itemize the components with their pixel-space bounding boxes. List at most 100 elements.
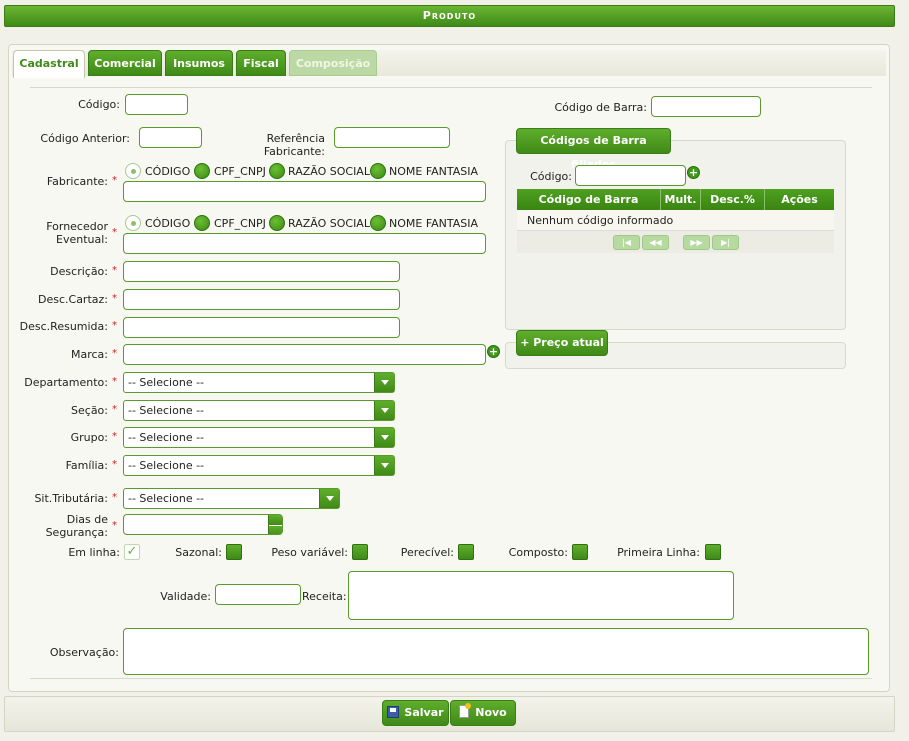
col-acoes: Ações xyxy=(765,189,834,210)
perecivel-checkbox[interactable] xyxy=(458,544,474,560)
radio-label-cpf: CPF_CNPJ xyxy=(214,165,266,178)
familia-select[interactable]: -- Selecione -- xyxy=(123,455,395,476)
codigo-input[interactable] xyxy=(125,94,188,115)
primeira-linha-checkbox[interactable] xyxy=(705,544,721,560)
radio-label-fantasia: NOME FANTASIA xyxy=(389,165,479,178)
tab-fiscal[interactable]: Fiscal xyxy=(236,50,286,76)
composto-checkbox[interactable] xyxy=(572,544,588,560)
fabricante-input[interactable] xyxy=(123,181,486,202)
fabricante-radio-fantasia[interactable] xyxy=(370,163,386,179)
barcode-codigo-input[interactable] xyxy=(575,165,686,186)
dias-seguranca-label-1: Dias de xyxy=(66,513,108,526)
preco-atual-button[interactable]: + Preço atual xyxy=(516,330,608,356)
required-mark: * xyxy=(112,431,117,442)
radio-label-cpf: CPF_CNPJ xyxy=(214,217,266,230)
ref-fabricante-input[interactable] xyxy=(334,127,450,148)
sit-tributaria-label: Sit.Tributária: xyxy=(34,492,108,505)
departamento-select[interactable]: -- Selecione -- xyxy=(123,372,395,393)
first-page-icon[interactable]: |◀ xyxy=(613,235,640,250)
radio-label-razao: RAZÃO SOCIAL xyxy=(288,217,370,230)
secao-label: Seção: xyxy=(71,404,108,417)
fabricante-radio-razao[interactable] xyxy=(269,163,285,179)
secao-select[interactable]: -- Selecione -- xyxy=(123,400,395,421)
grupo-label: Grupo: xyxy=(70,431,108,444)
save-icon xyxy=(387,706,400,718)
required-mark: * xyxy=(112,265,117,276)
tab-comercial[interactable]: Comercial xyxy=(88,50,162,76)
fabricante-radio-codigo[interactable] xyxy=(125,163,141,179)
chevron-down-icon xyxy=(319,489,339,508)
sazonal-checkbox[interactable] xyxy=(226,544,242,560)
required-mark: * xyxy=(112,404,117,415)
pager-bar xyxy=(517,231,834,253)
peso-variavel-checkbox[interactable] xyxy=(352,544,368,560)
marca-input[interactable] xyxy=(123,344,486,365)
dias-seguranca-label-2: Segurança: xyxy=(45,526,108,539)
em-linha-checkbox[interactable]: ✓ xyxy=(124,544,140,560)
sit-tributaria-select[interactable]: -- Selecione -- xyxy=(123,488,340,509)
codigo-barra-input[interactable] xyxy=(651,96,761,117)
new-document-icon xyxy=(459,703,472,718)
prev-page-icon[interactable]: ◀◀ xyxy=(642,235,669,250)
descricao-input[interactable] xyxy=(123,261,400,282)
fornecedor-radio-fantasia[interactable] xyxy=(370,215,386,231)
tab-cadastral[interactable]: Cadastral xyxy=(13,50,85,78)
departamento-label: Departamento: xyxy=(24,376,108,389)
marca-label: Marca: xyxy=(70,348,108,361)
radio-label-fantasia: NOME FANTASIA xyxy=(389,217,479,230)
radio-label-codigo: CÓDIGO xyxy=(145,165,191,178)
chevron-down-icon xyxy=(374,373,394,392)
fornecedor-radio-cpf[interactable] xyxy=(194,215,210,231)
desc-cartaz-input[interactable] xyxy=(123,289,400,310)
required-mark: * xyxy=(112,293,117,304)
grupo-select[interactable]: -- Selecione -- xyxy=(123,427,395,448)
codigo-anterior-input[interactable] xyxy=(139,127,202,148)
familia-label: Família: xyxy=(65,459,108,472)
fabricante-radio-cpf[interactable] xyxy=(194,163,210,179)
required-mark: * xyxy=(112,348,117,359)
required-mark: * xyxy=(112,227,117,238)
fornecedor-radio-razao[interactable] xyxy=(269,215,285,231)
codigos-filiados-button[interactable]: Códigos de Barra filiados xyxy=(516,128,671,171)
perecivel-label: Perecível: xyxy=(400,546,454,559)
codigo-label: Código: xyxy=(78,98,120,111)
validade-label: Validade: xyxy=(160,590,211,603)
descricao-label: Descrição: xyxy=(50,265,108,278)
validade-input[interactable] xyxy=(215,584,301,605)
fornecedor-input[interactable] xyxy=(123,233,486,254)
fornecedor-radio-codigo[interactable] xyxy=(125,215,141,231)
dias-seguranca-spinner[interactable] xyxy=(123,514,283,535)
codigo-anterior-label: Código Anterior: xyxy=(40,132,130,145)
save-button[interactable]: Salvar xyxy=(382,700,449,726)
window-title: Produto xyxy=(4,5,895,27)
next-page-icon[interactable]: ▶▶ xyxy=(683,235,710,250)
ref-fabricante-label: Referência Fabricante: xyxy=(263,132,325,158)
required-mark: * xyxy=(112,520,117,531)
col-codigo-barra: Código de Barra xyxy=(517,189,661,210)
col-mult: Mult. xyxy=(661,189,701,210)
desc-resumida-label: Desc.Resumida: xyxy=(19,320,108,333)
empty-row: Nenhum código informado xyxy=(517,210,834,231)
required-mark: * xyxy=(112,376,117,387)
desc-resumida-input[interactable] xyxy=(123,317,400,338)
chevron-down-icon xyxy=(374,428,394,447)
add-marca-icon[interactable]: + xyxy=(487,345,500,358)
radio-label-razao: RAZÃO SOCIAL xyxy=(288,165,370,178)
divider xyxy=(30,678,872,679)
tab-composicao: Composição xyxy=(289,50,377,76)
observacao-label: Observação: xyxy=(49,646,119,659)
new-button[interactable]: Novo xyxy=(450,700,516,726)
codigo-barra-label: Código de Barra: xyxy=(554,101,648,114)
receita-label: Receita: xyxy=(302,590,347,603)
barcode-codigo-label: Código: xyxy=(530,170,572,183)
spinner-buttons[interactable] xyxy=(268,515,282,534)
observacao-textarea[interactable] xyxy=(123,628,869,675)
required-mark: * xyxy=(112,459,117,470)
last-page-icon[interactable]: ▶| xyxy=(712,235,739,250)
add-barcode-icon[interactable]: + xyxy=(687,166,700,179)
em-linha-label: Em linha: xyxy=(68,546,120,559)
fornecedor-label-1: Fornecedor xyxy=(46,220,108,233)
tab-insumos[interactable]: Insumos xyxy=(165,50,233,76)
fornecedor-label-2: Eventual: xyxy=(56,233,108,246)
receita-textarea[interactable] xyxy=(348,571,734,620)
